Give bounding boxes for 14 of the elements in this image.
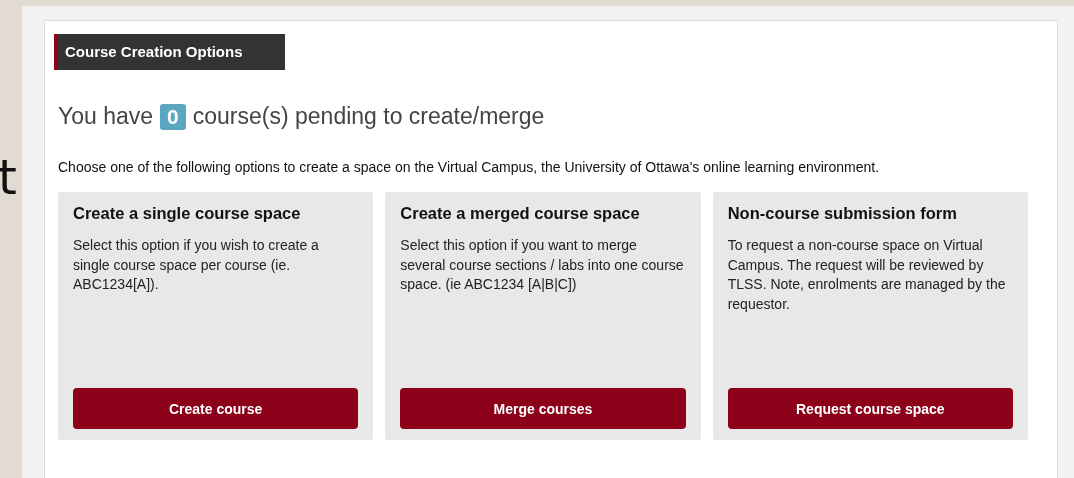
option-button[interactable]: Merge courses: [400, 388, 686, 429]
intro-text: Choose one of the following options to create a space on the Virtual Campus, the University of Ottawa's online learning environment.: [58, 159, 881, 175]
count-badge: 0: [160, 103, 186, 130]
option-description: Select this option if you wish to create a single course space per course (ie. ABC1234[A]).: [73, 236, 320, 294]
pending-text: You have: [58, 103, 154, 130]
option-button[interactable]: Create course: [73, 388, 359, 429]
option-title: Create a single course space: [73, 204, 302, 223]
option-button[interactable]: Request course space: [727, 388, 1013, 429]
pending-text: course(s) pending to create/merge: [192, 103, 545, 130]
option-description: To request a non-course space on Virtual Campus. The request will be reviewed by TLSS. Note, enrolments are managed by the requestor.: [727, 236, 1007, 314]
option-title: Create a merged course space: [400, 204, 641, 223]
section-heading: Course Creation Options: [54, 34, 285, 70]
option-description: Select this option if you want to merge several course sections / labs into one course space. (ie ABC1234 [A|B|C]): [400, 236, 685, 294]
option-title: Non-course submission form: [727, 204, 958, 223]
